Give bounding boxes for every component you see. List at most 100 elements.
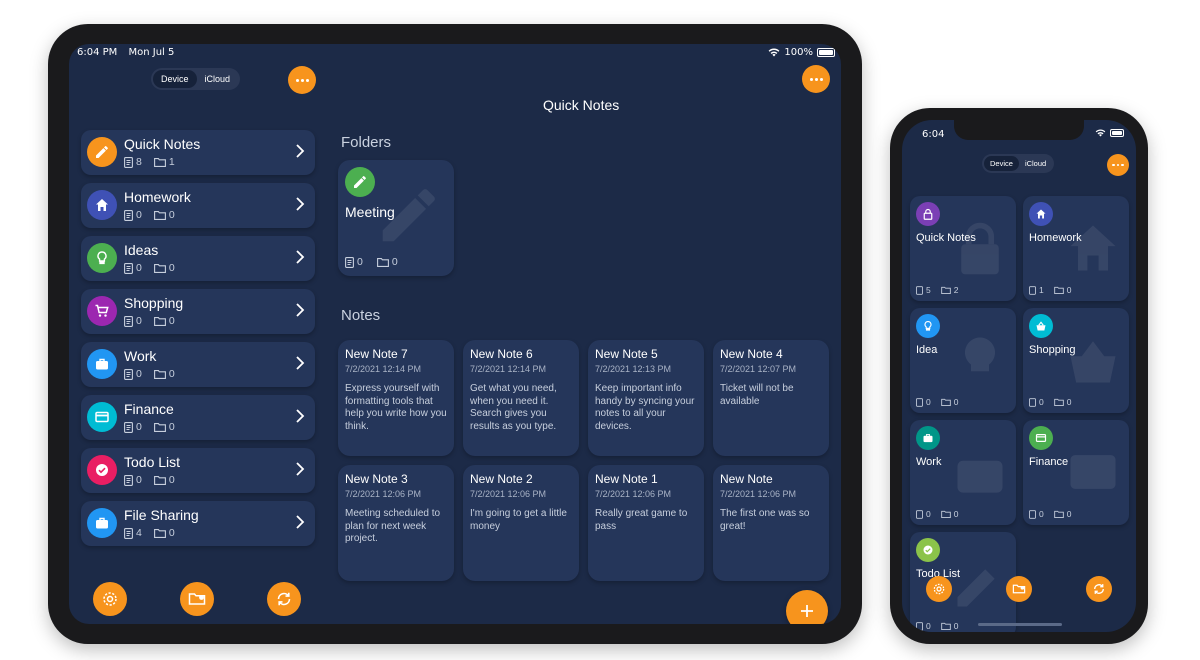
note-count: 8 [136, 156, 142, 168]
add-note-button[interactable] [786, 590, 828, 624]
segment-device[interactable]: Device [984, 156, 1019, 171]
category-card[interactable]: Quick Notes 5 2 [910, 196, 1016, 301]
bulb-icon [87, 243, 117, 273]
folder-count: 0 [1066, 285, 1072, 295]
note-count: 5 [926, 285, 931, 295]
sidebar-item[interactable]: Shopping 0 0 [81, 289, 315, 334]
add-folder-button[interactable] [180, 582, 214, 616]
folder-icon [153, 476, 166, 485]
storage-segment[interactable]: Device iCloud [151, 68, 241, 90]
chevron-right-icon [296, 356, 305, 370]
sidebar-item[interactable]: Finance 0 0 [81, 395, 315, 440]
sidebar-more-button[interactable] [288, 66, 316, 94]
gear-icon [933, 583, 945, 595]
note-count: 0 [136, 262, 142, 274]
chevron-right-icon [296, 144, 305, 158]
note-icon [1029, 397, 1036, 407]
note-date: 7/2/2021 12:13 PM [595, 364, 672, 374]
folder-icon [153, 423, 166, 432]
category-card[interactable]: Finance 0 0 [1023, 420, 1129, 525]
note-icon [124, 474, 133, 486]
note-date: 7/2/2021 12:06 PM [470, 489, 547, 499]
lock-watermark-icon [961, 222, 999, 275]
status-time: 6:04 [922, 129, 945, 140]
category-card[interactable]: Shopping 0 0 [1023, 308, 1129, 413]
note-date: 7/2/2021 12:06 PM [595, 489, 672, 499]
pencil-icon [345, 167, 375, 197]
note-title: New Note [720, 472, 773, 486]
sync-icon [277, 592, 291, 606]
sidebar-item[interactable]: Todo List 0 0 [81, 448, 315, 493]
iphone-device: 6:04 Device iCloud Quick Notes 5 2 Homew… [890, 108, 1148, 644]
briefcase-icon [916, 426, 940, 450]
folder-icon [1053, 286, 1064, 294]
note-card[interactable]: New Note 5 7/2/2021 12:13 PM Keep import… [588, 340, 704, 456]
sidebar-item[interactable]: Work 0 0 [81, 342, 315, 387]
note-card[interactable]: New Note 7/2/2021 12:06 PM The first one… [713, 465, 829, 581]
card-icon [1029, 426, 1053, 450]
notes-section-title: Notes [341, 307, 381, 324]
folder-count: 0 [168, 209, 175, 221]
category-card[interactable]: Todo List 0 0 [910, 532, 1016, 632]
status-bar: 6:04 PM Mon Jul 5 100% [69, 47, 841, 61]
storage-segment[interactable]: Device iCloud [982, 154, 1055, 173]
note-card[interactable]: New Note 3 7/2/2021 12:06 PM Meeting sch… [338, 465, 454, 581]
folder-count: 0 [168, 368, 175, 380]
category-card[interactable]: Work 0 0 [910, 420, 1016, 525]
bulb-icon [916, 314, 940, 338]
note-count: 0 [1039, 509, 1044, 519]
folder-icon [153, 158, 166, 167]
note-icon [124, 156, 133, 168]
note-title: New Note 6 [470, 347, 533, 361]
folder-count: 0 [1066, 397, 1072, 407]
sidebar-item[interactable]: Ideas 0 0 [81, 236, 315, 281]
sidebar-item[interactable]: Quick Notes 8 1 [81, 130, 315, 175]
folder-icon [153, 264, 166, 273]
note-title: New Note 4 [720, 347, 783, 361]
home-watermark-icon [1070, 225, 1116, 271]
segment-device[interactable]: Device [153, 70, 197, 88]
note-count: 1 [1039, 285, 1044, 295]
more-button[interactable] [1107, 154, 1129, 176]
note-card[interactable]: New Note 4 7/2/2021 12:07 PM Ticket will… [713, 340, 829, 456]
settings-button[interactable] [926, 576, 952, 602]
note-icon [916, 285, 923, 295]
sidebar-item[interactable]: Homework 0 0 [81, 183, 315, 228]
note-title: New Note 3 [345, 472, 408, 486]
bulb-watermark-icon [965, 337, 995, 372]
check-icon [916, 538, 940, 562]
note-count: 0 [136, 474, 142, 486]
sync-button[interactable] [267, 582, 301, 616]
home-icon [87, 190, 117, 220]
folder-icon [940, 286, 951, 294]
cart-icon [87, 296, 117, 326]
folder-card[interactable]: Meeting 0 0 [338, 160, 454, 276]
note-card[interactable]: New Note 1 7/2/2021 12:06 PM Really grea… [588, 465, 704, 581]
folder-icon [153, 317, 166, 326]
note-icon [345, 256, 354, 268]
category-card[interactable]: Homework 1 0 [1023, 196, 1129, 301]
note-body: Express yourself with formatting tools t… [345, 383, 447, 432]
sidebar-item[interactable]: File Sharing 4 0 [81, 501, 315, 546]
add-folder-button[interactable] [1006, 576, 1032, 602]
home-icon [1029, 202, 1053, 226]
category-name: Finance [1029, 456, 1069, 468]
sync-button[interactable] [1086, 576, 1112, 602]
note-count: 4 [136, 527, 142, 539]
wifi-icon [1095, 129, 1106, 137]
note-icon [124, 421, 133, 433]
note-card[interactable]: New Note 7 7/2/2021 12:14 PM Express you… [338, 340, 454, 456]
category-card[interactable]: Idea 0 0 [910, 308, 1016, 413]
note-body: I'm going to get a little money [470, 508, 567, 532]
chevron-right-icon [296, 515, 305, 529]
category-name: Homework [1029, 232, 1082, 244]
note-title: New Note 1 [595, 472, 658, 486]
note-card[interactable]: New Note 6 7/2/2021 12:14 PM Get what yo… [463, 340, 579, 456]
folder-count: 2 [953, 285, 959, 295]
card-icon [87, 402, 117, 432]
main-more-button[interactable] [802, 65, 830, 93]
segment-icloud[interactable]: iCloud [197, 70, 239, 88]
note-card[interactable]: New Note 2 7/2/2021 12:06 PM I'm going t… [463, 465, 579, 581]
segment-icloud[interactable]: iCloud [1019, 156, 1052, 171]
settings-button[interactable] [93, 582, 127, 616]
